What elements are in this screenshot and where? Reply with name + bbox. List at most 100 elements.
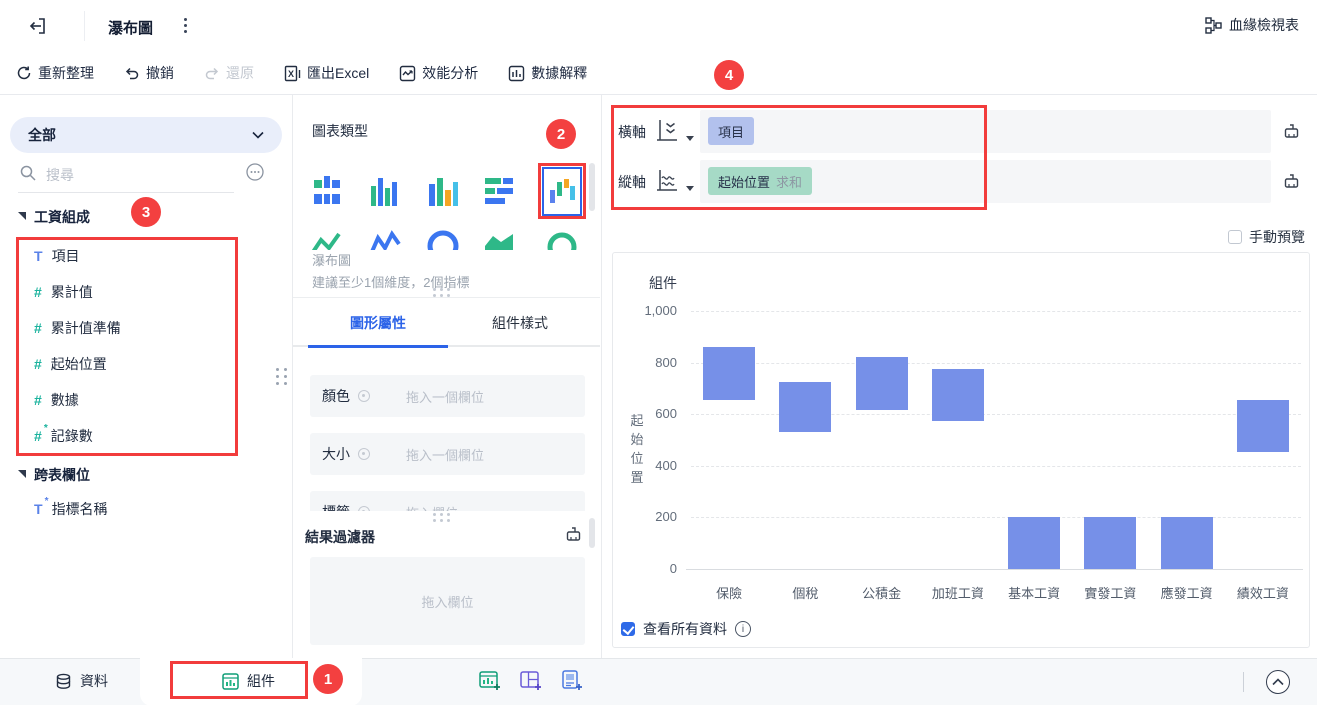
calculated-number-field-icon: #* [34, 428, 42, 444]
field-item[interactable]: # 累計值準備 [34, 316, 121, 340]
y-axis-dropzone[interactable]: 起始位置 求和 [700, 160, 1271, 203]
scrollbar[interactable] [589, 518, 595, 548]
field-item[interactable]: #* 記錄數 [34, 424, 93, 448]
chart-type-title: 圖表類型 [312, 121, 368, 141]
clear-brush-icon[interactable] [1283, 123, 1300, 140]
section-collapse-icon[interactable] [18, 470, 26, 478]
waterfall-bar[interactable] [703, 347, 755, 400]
field-item[interactable]: T 項目 [34, 244, 80, 268]
text-field-icon: T [34, 248, 43, 264]
clear-brush-icon[interactable] [1283, 173, 1300, 190]
y-axis-pill[interactable]: 起始位置 求和 [708, 167, 812, 195]
area-chart-icon[interactable] [482, 226, 516, 250]
manual-preview-toggle[interactable]: 手動預覽 [1228, 227, 1305, 247]
view-all-data-toggle[interactable]: 查看所有資料 i [621, 619, 751, 639]
waterfall-chart-icon[interactable] [542, 167, 582, 216]
calculated-text-field-icon: T* [34, 501, 43, 517]
performance-analysis-button[interactable]: 效能分析 [399, 63, 478, 83]
app-root: 瀑布圖 血緣檢視表 重新整理 撤銷 還原 X 匯出Excel 效能分析 [0, 0, 1317, 705]
gridline [691, 466, 1301, 467]
y-tick-label: 400 [613, 458, 677, 473]
chart-type-list [293, 155, 593, 250]
section-title-salary: 工資組成 [34, 207, 90, 227]
waterfall-bar[interactable] [1237, 400, 1289, 452]
section-collapse-icon[interactable] [18, 212, 26, 220]
add-layout-icon[interactable] [519, 669, 543, 693]
lineage-icon [1205, 17, 1222, 34]
property-color-dropzone[interactable]: 顏色 拖入一個欄位 [310, 375, 585, 417]
ellipsis-circle-icon[interactable] [246, 163, 264, 181]
grouped-column-icon[interactable] [368, 172, 402, 212]
tab-component[interactable]: 組件 [222, 671, 275, 691]
gear-icon[interactable] [358, 448, 370, 460]
gear-icon[interactable] [358, 390, 370, 402]
waterfall-bar[interactable] [856, 357, 908, 410]
curve-chart-icon[interactable] [368, 226, 402, 250]
add-chart-icon[interactable] [478, 669, 502, 693]
bottom-bar: 資料 組件 [0, 658, 1317, 705]
y-axis-row: 縱軸 起始位置 求和 [602, 160, 1317, 203]
scrollbar[interactable] [589, 163, 595, 211]
section-drag-handle[interactable] [433, 513, 451, 522]
data-explain-button[interactable]: 數據解釋 [508, 63, 587, 83]
redo-button[interactable]: 還原 [204, 63, 254, 83]
column-chart-icon[interactable] [426, 172, 460, 212]
waterfall-bar[interactable] [1161, 517, 1213, 569]
pie-chart-icon[interactable] [426, 226, 460, 250]
waterfall-bar[interactable] [932, 369, 984, 421]
annotation-step-1: 1 [313, 664, 343, 694]
x-category-label: 應發工資 [1149, 583, 1225, 602]
tab-active-underline [308, 345, 448, 348]
result-filter-dropzone[interactable]: 拖入欄位 [310, 557, 585, 645]
number-field-icon: # [34, 320, 42, 336]
chevron-down-icon[interactable] [686, 186, 694, 191]
field-item[interactable]: T* 指標名稱 [34, 497, 108, 521]
component-title: 組件 [649, 273, 677, 293]
export-excel-button[interactable]: X 匯出Excel [284, 63, 369, 83]
chevron-down-icon[interactable] [686, 136, 694, 141]
x-axis-pill[interactable]: 項目 [708, 117, 754, 145]
clear-brush-icon[interactable] [565, 526, 582, 543]
refresh-button[interactable]: 重新整理 [16, 63, 94, 83]
info-icon[interactable]: i [735, 621, 751, 637]
x-axis-dropzone[interactable]: 項目 [700, 110, 1271, 153]
component-chart-icon [222, 673, 239, 690]
waterfall-bar[interactable] [1084, 517, 1136, 569]
svg-text:X: X [288, 69, 294, 79]
add-report-icon[interactable] [560, 669, 584, 693]
x-category-label: 公積金 [844, 583, 920, 602]
manual-preview-checkbox[interactable] [1228, 230, 1242, 244]
section-drag-handle[interactable] [433, 288, 451, 297]
donut-chart-icon[interactable] [545, 226, 579, 250]
collapse-panel-button[interactable] [1266, 670, 1290, 694]
y-tick-label: 800 [613, 355, 677, 370]
back-icon[interactable] [28, 16, 48, 36]
y-axis-icon[interactable] [654, 168, 680, 194]
panel-splitter-handle[interactable] [276, 368, 289, 385]
tab-data[interactable]: 資料 [55, 671, 108, 691]
tab-graphic-properties[interactable]: 圖形屬性 [350, 313, 406, 333]
lineage-label: 血緣檢視表 [1229, 15, 1299, 35]
lineage-view-button[interactable]: 血緣檢視表 [1205, 15, 1299, 35]
field-item[interactable]: # 數據 [34, 388, 79, 412]
table-selector-dropdown[interactable]: 全部 [10, 117, 282, 153]
field-item[interactable]: # 累計值 [34, 280, 93, 304]
field-item[interactable]: # 起始位置 [34, 352, 107, 376]
view-all-checkbox[interactable] [621, 622, 635, 636]
waterfall-bar[interactable] [779, 382, 831, 432]
y-tick-label: 1,000 [613, 303, 677, 318]
undo-button[interactable]: 撤銷 [124, 63, 174, 83]
tab-component-style[interactable]: 組件樣式 [492, 313, 548, 333]
bar-chart-icon[interactable] [482, 172, 516, 212]
x-category-label: 績效工資 [1225, 583, 1301, 602]
waterfall-bar[interactable] [1008, 517, 1060, 569]
property-size-dropzone[interactable]: 大小 拖入一個欄位 [310, 433, 585, 475]
search-input[interactable]: 搜尋 [46, 165, 74, 185]
number-field-icon: # [34, 356, 42, 372]
kebab-menu-icon[interactable] [184, 18, 187, 33]
x-axis-icon[interactable] [654, 118, 680, 144]
grouped-table-icon[interactable] [310, 172, 344, 212]
line-chart-icon[interactable] [310, 226, 344, 250]
x-axis-baseline [686, 569, 1303, 570]
result-filter-title: 結果過濾器 [305, 527, 375, 547]
